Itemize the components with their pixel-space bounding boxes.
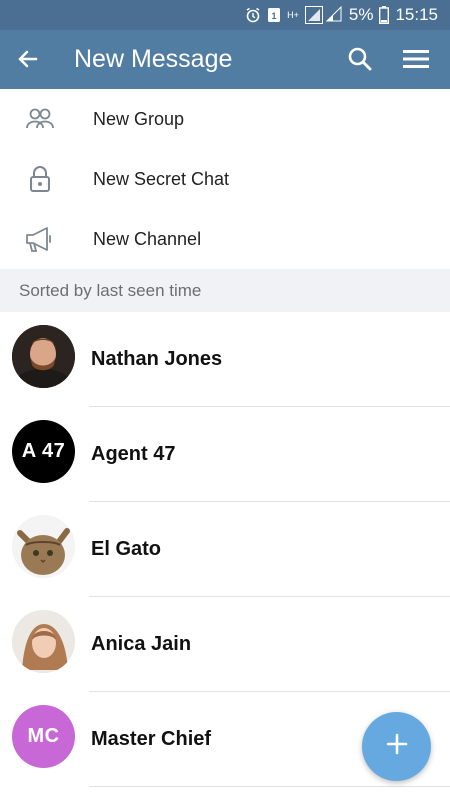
new-channel-label: New Channel xyxy=(93,228,202,249)
app-bar: New Message xyxy=(0,30,450,89)
divider xyxy=(89,786,450,787)
new-secret-chat-item[interactable]: New Secret Chat xyxy=(0,149,450,209)
page-title: New Message xyxy=(74,45,233,73)
contact-name: Anica Jain xyxy=(91,633,192,655)
megaphone-icon xyxy=(24,223,56,255)
new-group-label: New Group xyxy=(93,108,185,129)
avatar xyxy=(12,325,75,388)
contact-row[interactable]: El Gato xyxy=(0,502,450,597)
avatar xyxy=(12,610,75,673)
avatar-initials: MC xyxy=(27,725,60,747)
arrow-left-icon[interactable] xyxy=(14,45,42,73)
battery-icon xyxy=(379,6,390,24)
contact-name: Master Chief xyxy=(91,728,212,750)
new-message-fab[interactable] xyxy=(362,712,431,781)
lock-icon xyxy=(24,163,56,195)
avatar xyxy=(12,515,75,578)
contact-name: Nathan Jones xyxy=(91,348,223,370)
contact-name: El Gato xyxy=(91,538,162,560)
menu-icon[interactable] xyxy=(402,48,430,70)
alarm-icon xyxy=(245,7,261,23)
group-icon xyxy=(24,103,56,135)
battery-percent: 5% xyxy=(348,5,374,24)
search-icon[interactable] xyxy=(347,46,373,72)
contact-name: Agent 47 xyxy=(91,443,176,465)
new-secret-chat-label: New Secret Chat xyxy=(93,168,230,189)
avatar: MC xyxy=(12,705,75,768)
avatar: A 47 xyxy=(12,420,75,483)
new-group-item[interactable]: New Group xyxy=(0,89,450,149)
signal-icon xyxy=(304,6,343,24)
new-channel-item[interactable]: New Channel xyxy=(0,209,450,269)
sim-icon: 1 xyxy=(267,7,281,23)
contact-row[interactable]: Nathan Jones xyxy=(0,312,450,407)
contact-row[interactable]: Anica Jain xyxy=(0,597,450,692)
clock-time: 15:15 xyxy=(395,5,438,24)
contact-row[interactable]: A 47 Agent 47 xyxy=(0,407,450,502)
status-bar: 1 H+ 5% 15:15 xyxy=(0,0,450,30)
plus-icon xyxy=(385,732,409,761)
svg-text:1: 1 xyxy=(272,11,277,21)
network-type: H+ xyxy=(287,9,299,20)
avatar-initials: A 47 xyxy=(21,440,66,462)
section-header: Sorted by last seen time xyxy=(0,269,450,312)
